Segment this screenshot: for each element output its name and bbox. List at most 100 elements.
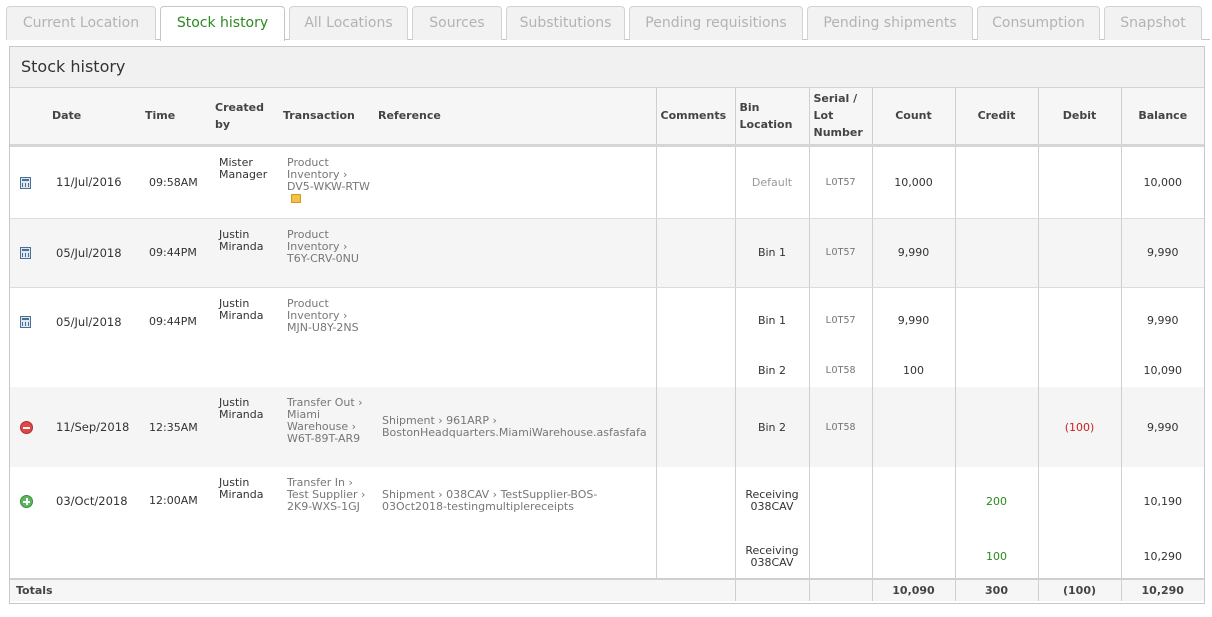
row-debit	[1037, 535, 1121, 579]
minus-circle-icon	[20, 420, 33, 434]
row-icon-cell	[10, 145, 48, 219]
row-transaction-cell: Transfer Out › Miami Warehouse › W6T-89T…	[279, 387, 374, 467]
row-transaction-cell: Product Inventory › T6Y-CRV-0NU	[279, 218, 374, 288]
row-credit: 200	[954, 467, 1038, 535]
totals-debit: (100)	[1037, 578, 1121, 601]
row-reference	[374, 218, 656, 288]
totals-lot	[808, 578, 872, 601]
transaction-link[interactable]: Product Inventory › MJN-U8Y-2NS	[287, 297, 359, 334]
header-serial-lot[interactable]: Serial / Lot Number	[808, 88, 872, 147]
header-icon	[10, 88, 48, 147]
tab-sources[interactable]: Sources	[412, 6, 502, 40]
row-icon-cell	[10, 287, 48, 387]
row-balance: 9,990	[1120, 218, 1204, 288]
tab-pending-shipments[interactable]: Pending shipments	[807, 6, 973, 40]
row-balance: 10,190	[1120, 467, 1204, 535]
tab-bar: Current Location Stock history All Locat…	[6, 6, 1210, 41]
row-credit	[954, 145, 1038, 219]
row-bin: Bin 2	[734, 353, 809, 387]
tab-consumption[interactable]: Consumption	[977, 6, 1100, 40]
totals-label: Totals	[10, 578, 735, 601]
tab-current-location[interactable]: Current Location	[6, 6, 156, 40]
feed-icon[interactable]	[291, 194, 301, 203]
row-time: 09:44PM	[141, 218, 211, 288]
row-debit	[1037, 218, 1121, 288]
row-comments	[655, 467, 735, 579]
row-lot: LOT58	[808, 353, 872, 387]
header-transaction[interactable]: Transaction	[279, 88, 374, 147]
row-bin: Receiving 038CAV	[734, 467, 809, 535]
row-created-by: Justin Miranda	[211, 287, 279, 387]
header-bin-location[interactable]: Bin Location	[734, 88, 809, 147]
plus-circle-icon	[20, 494, 33, 508]
row-lot	[808, 535, 872, 579]
row-time: 12:35AM	[141, 387, 211, 467]
row-count	[871, 535, 955, 579]
stock-history-table: Date Time Created by Transaction Referen…	[10, 88, 1204, 601]
totals-bin	[734, 578, 809, 601]
row-balance: 10,000	[1120, 145, 1204, 219]
row-balance: 10,290	[1120, 535, 1204, 579]
row-credit	[954, 287, 1038, 353]
row-bin: Bin 1	[734, 287, 809, 353]
row-reference-cell: Shipment › 961ARP › BostonHeadquarters.M…	[374, 387, 656, 467]
table-row: 05/Jul/2018 09:44PM Justin Miranda Produ…	[10, 218, 1204, 288]
transaction-link[interactable]: Product Inventory › DV5-WKW-RTW	[287, 156, 370, 193]
row-count: 9,990	[871, 287, 955, 353]
reference-link[interactable]: Shipment › 038CAV › TestSupplier-BOS-03O…	[382, 488, 597, 513]
header-date[interactable]: Date	[48, 88, 141, 147]
table-row: 11/Jul/2016 09:58AM Mister Manager Produ…	[10, 145, 1204, 219]
header-count[interactable]: Count	[871, 88, 955, 147]
row-credit	[954, 218, 1038, 288]
row-transaction-cell: Transfer In › Test Supplier › 2K9-WXS-1G…	[279, 467, 374, 579]
row-transaction-cell: Product Inventory › DV5-WKW-RTW	[279, 145, 374, 219]
row-credit: 100	[954, 535, 1038, 579]
row-bin: Default	[734, 145, 809, 219]
header-balance[interactable]: Balance	[1120, 88, 1204, 147]
row-balance: 10,090	[1120, 353, 1204, 387]
tab-substitutions[interactable]: Substitutions	[506, 6, 625, 40]
header-time[interactable]: Time	[141, 88, 211, 147]
row-icon-cell	[10, 218, 48, 288]
row-time: 09:44PM	[141, 287, 211, 387]
transaction-link[interactable]: Transfer Out › Miami Warehouse › W6T-89T…	[287, 396, 363, 445]
transaction-link[interactable]: Transfer In › Test Supplier › 2K9-WXS-1G…	[287, 476, 365, 513]
row-lot: LOT58	[808, 387, 872, 467]
calculator-icon	[20, 176, 31, 189]
row-credit	[954, 387, 1038, 467]
row-comments	[655, 287, 735, 387]
table-row: 05/Jul/2018 09:44PM Justin Miranda Produ…	[10, 287, 1204, 387]
row-balance: 9,990	[1120, 287, 1204, 353]
row-time: 09:58AM	[141, 145, 211, 219]
tab-all-locations[interactable]: All Locations	[289, 6, 408, 40]
row-reference	[374, 145, 656, 219]
row-debit: (100)	[1037, 387, 1121, 467]
table-header-row: Date Time Created by Transaction Referen…	[10, 88, 1204, 147]
totals-row: Totals 10,090 300 (100) 10,290	[10, 578, 1204, 601]
row-debit	[1037, 145, 1121, 219]
row-created-by: Mister Manager	[211, 145, 279, 219]
panel-title: Stock history	[10, 47, 1204, 88]
tab-pending-requisitions[interactable]: Pending requisitions	[629, 6, 803, 40]
row-time: 12:00AM	[141, 467, 211, 579]
header-credit[interactable]: Credit	[954, 88, 1038, 147]
row-reference-cell: Shipment › 038CAV › TestSupplier-BOS-03O…	[374, 467, 656, 579]
row-count: 100	[871, 353, 955, 387]
row-balance: 9,990	[1120, 387, 1204, 467]
row-bin: Bin 1	[734, 218, 809, 288]
header-created-by[interactable]: Created by	[211, 88, 279, 147]
transaction-link[interactable]: Product Inventory › T6Y-CRV-0NU	[287, 228, 359, 265]
reference-link[interactable]: Shipment › 961ARP › BostonHeadquarters.M…	[382, 414, 647, 439]
row-bin: Bin 2	[734, 387, 809, 467]
header-comments[interactable]: Comments	[655, 88, 735, 147]
row-comments	[655, 218, 735, 288]
header-reference[interactable]: Reference	[374, 88, 656, 147]
row-created-by: Justin Miranda	[211, 218, 279, 288]
header-debit[interactable]: Debit	[1037, 88, 1121, 147]
tab-snapshot[interactable]: Snapshot	[1104, 6, 1202, 40]
tab-stock-history[interactable]: Stock history	[160, 6, 285, 41]
row-count: 9,990	[871, 218, 955, 288]
row-date: 11/Jul/2016	[48, 145, 141, 219]
row-credit	[954, 353, 1038, 387]
row-date: 03/Oct/2018	[48, 467, 141, 579]
